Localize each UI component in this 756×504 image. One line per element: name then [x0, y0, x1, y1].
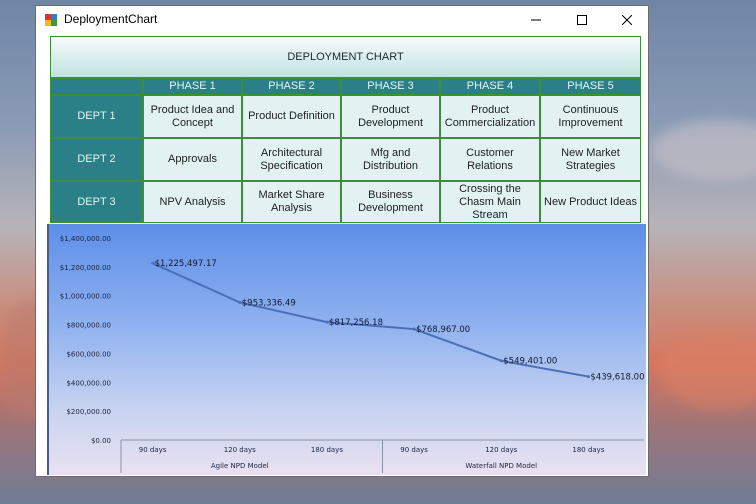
y-tick-label: $1,200,000.00	[60, 264, 111, 272]
y-tick-label: $200,000.00	[66, 408, 111, 416]
close-button[interactable]	[604, 6, 650, 34]
minimize-button[interactable]	[513, 6, 559, 34]
dept-header: DEPT 2	[50, 138, 143, 181]
phase-header: PHASE 4	[440, 78, 540, 95]
dept-header: DEPT 1	[50, 95, 143, 138]
table-cell: Customer Relations	[440, 138, 540, 181]
minimize-icon	[531, 19, 541, 21]
data-label: $439,618.00	[590, 373, 644, 383]
table-corner	[50, 78, 143, 95]
x-tick-label: 120 days	[485, 446, 517, 454]
table-cell: Market Share Analysis	[242, 181, 341, 223]
background-cloud	[660, 330, 756, 410]
table-cell: Product Definition	[242, 95, 341, 138]
table-cell: Continuous Improvement	[540, 95, 641, 138]
x-tick-label: 90 days	[400, 446, 428, 454]
app-window: DeploymentChart DEPLOYMENT CHART $1,400,…	[35, 5, 649, 477]
table-cell: Approvals	[143, 138, 242, 181]
y-tick-label: $0.00	[91, 437, 111, 445]
y-tick-label: $800,000.00	[66, 322, 111, 330]
chart-canvas: $1,400,000.00 $1,200,000.00 $1,000,000.00 $…	[60, 235, 644, 473]
line-chart: $1,400,000.00 $1,200,000.00 $1,000,000.00 $…	[47, 224, 646, 475]
table-cell: NPV Analysis	[143, 181, 242, 223]
table-cell: New Market Strategies	[540, 138, 641, 181]
data-label: $549,401.00	[503, 357, 557, 367]
data-label: $1,225,497.17	[155, 259, 217, 269]
phase-header: PHASE 5	[540, 78, 641, 95]
phase-header: PHASE 3	[341, 78, 440, 95]
x-group-label: Waterfall NPD Model	[465, 462, 537, 470]
app-icon	[45, 14, 57, 26]
table-cell: Product Commercialization	[440, 95, 540, 138]
window-title: DeploymentChart	[64, 12, 158, 26]
x-tick-label: 180 days	[311, 446, 343, 454]
maximize-button[interactable]	[559, 6, 605, 34]
data-label: $817,256.18	[329, 318, 383, 328]
dept-header: DEPT 3	[50, 181, 143, 223]
x-tick-label: 180 days	[572, 446, 604, 454]
background-cloud	[650, 120, 756, 180]
y-tick-label: $600,000.00	[66, 350, 111, 358]
table-cell: Product Idea and Concept	[143, 95, 242, 138]
data-label: $953,336.49	[242, 298, 296, 308]
table-cell: Business Development	[341, 181, 440, 223]
maximize-icon	[577, 15, 587, 25]
y-tick-label: $400,000.00	[66, 379, 111, 387]
phase-header: PHASE 1	[143, 78, 242, 95]
table-cell: Mfg and Distribution	[341, 138, 440, 181]
phase-header: PHASE 2	[242, 78, 341, 95]
x-tick-label: 120 days	[224, 446, 256, 454]
table-cell: New Product Ideas	[540, 181, 641, 223]
y-tick-label: $1,000,000.00	[60, 293, 111, 301]
table-title: DEPLOYMENT CHART	[50, 36, 641, 78]
data-label: $768,967.00	[416, 325, 470, 335]
table-cell: Crossing the Chasm Main Stream	[440, 181, 540, 223]
close-icon	[622, 15, 632, 25]
x-tick-label: 90 days	[139, 446, 167, 454]
table-cell: Product Development	[341, 95, 440, 138]
title-bar[interactable]: DeploymentChart	[36, 6, 648, 34]
table-cell: Architectural Specification	[242, 138, 341, 181]
x-group-label: Agile NPD Model	[211, 462, 269, 470]
y-tick-label: $1,400,000.00	[60, 235, 111, 243]
